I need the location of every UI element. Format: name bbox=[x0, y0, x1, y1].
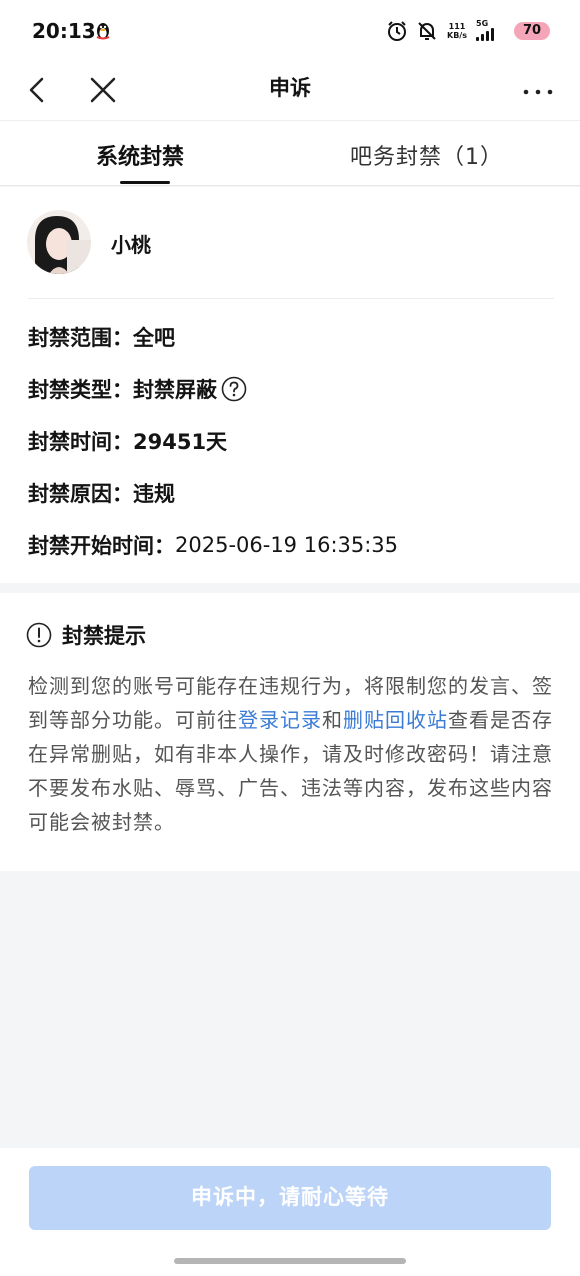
deleted-posts-bin-link[interactable]: 删贴回收站 bbox=[343, 708, 448, 732]
username: 小桃 bbox=[111, 233, 151, 257]
status-right-group: 111 KB/s 5G 70 bbox=[386, 18, 550, 44]
net-speed-unit: KB/s bbox=[447, 31, 467, 40]
signal-bar bbox=[481, 34, 484, 41]
info-value: 2025-06-19 16:35:35 bbox=[175, 533, 399, 557]
info-row-reason: 封禁原因： 违规 bbox=[28, 478, 175, 508]
info-row-duration: 封禁时间： 29451天 bbox=[28, 426, 227, 456]
qq-penguin-icon bbox=[96, 23, 110, 40]
signal-bar bbox=[476, 37, 479, 41]
status-time: 20:13 bbox=[32, 19, 96, 43]
tab-system-ban[interactable]: 系统封禁 bbox=[96, 139, 184, 171]
info-label: 封禁原因： bbox=[28, 482, 133, 506]
exclamation-circle-icon bbox=[26, 622, 52, 648]
alarm-icon bbox=[388, 21, 406, 41]
appeal-pending-button[interactable]: 申诉中，请耐心等待 bbox=[29, 1166, 551, 1230]
status-bar: 20:13 111 KB/s 5G 70 bbox=[0, 0, 580, 60]
tips-body: 检测到您的账号可能存在违规行为，将限制您的发言、签到等部分功能。可前往登录记录和… bbox=[28, 669, 554, 839]
login-record-link[interactable]: 登录记录 bbox=[238, 708, 322, 732]
signal-bar bbox=[486, 31, 489, 41]
info-value: 违规 bbox=[133, 482, 175, 506]
bottom-bar: 申诉中，请耐心等待 bbox=[0, 1148, 580, 1276]
info-value: 封禁屏蔽 bbox=[133, 378, 217, 402]
divider bbox=[28, 298, 554, 299]
info-label: 封禁范围： bbox=[28, 326, 133, 350]
tips-text: 和 bbox=[322, 708, 343, 732]
network-type: 5G bbox=[476, 19, 489, 28]
battery-indicator: 70 bbox=[514, 22, 550, 40]
net-speed: 111 KB/s bbox=[446, 22, 468, 40]
info-label: 封禁时间： bbox=[28, 430, 133, 454]
info-row-start-time: 封禁开始时间： 2025-06-19 16:35:35 bbox=[28, 530, 398, 560]
question-mark-icon[interactable] bbox=[221, 376, 247, 402]
page-title: 申诉 bbox=[269, 76, 311, 100]
home-indicator[interactable] bbox=[174, 1258, 406, 1264]
net-speed-value: 111 bbox=[448, 22, 466, 31]
signal-icon: 5G bbox=[476, 19, 506, 41]
info-label: 封禁类型： bbox=[28, 378, 133, 402]
ban-tips-card: 封禁提示 检测到您的账号可能存在违规行为，将限制您的发言、签到等部分功能。可前往… bbox=[0, 593, 580, 871]
avatar[interactable] bbox=[27, 210, 91, 274]
info-row-type: 封禁类型： 封禁屏蔽 bbox=[28, 374, 247, 404]
mute-bell-icon bbox=[418, 22, 436, 40]
tips-title: 封禁提示 bbox=[62, 624, 146, 648]
tab-bar: 系统封禁 吧务封禁（1） bbox=[0, 120, 580, 186]
ban-info-card: 小桃 封禁范围： 全吧 封禁类型： 封禁屏蔽 封禁时间： 29451天 封禁原因… bbox=[0, 187, 580, 583]
tab-bar-admin-ban[interactable]: 吧务封禁（1） bbox=[350, 139, 503, 171]
signal-bar bbox=[491, 28, 494, 41]
info-value: 全吧 bbox=[133, 326, 175, 350]
info-value: 29451天 bbox=[133, 430, 228, 454]
more-options-icon[interactable] bbox=[518, 70, 558, 110]
active-tab-indicator bbox=[120, 181, 170, 184]
nav-bar: 申诉 bbox=[0, 60, 580, 120]
info-row-scope: 封禁范围： 全吧 bbox=[28, 322, 175, 352]
info-label: 封禁开始时间： bbox=[28, 534, 175, 558]
